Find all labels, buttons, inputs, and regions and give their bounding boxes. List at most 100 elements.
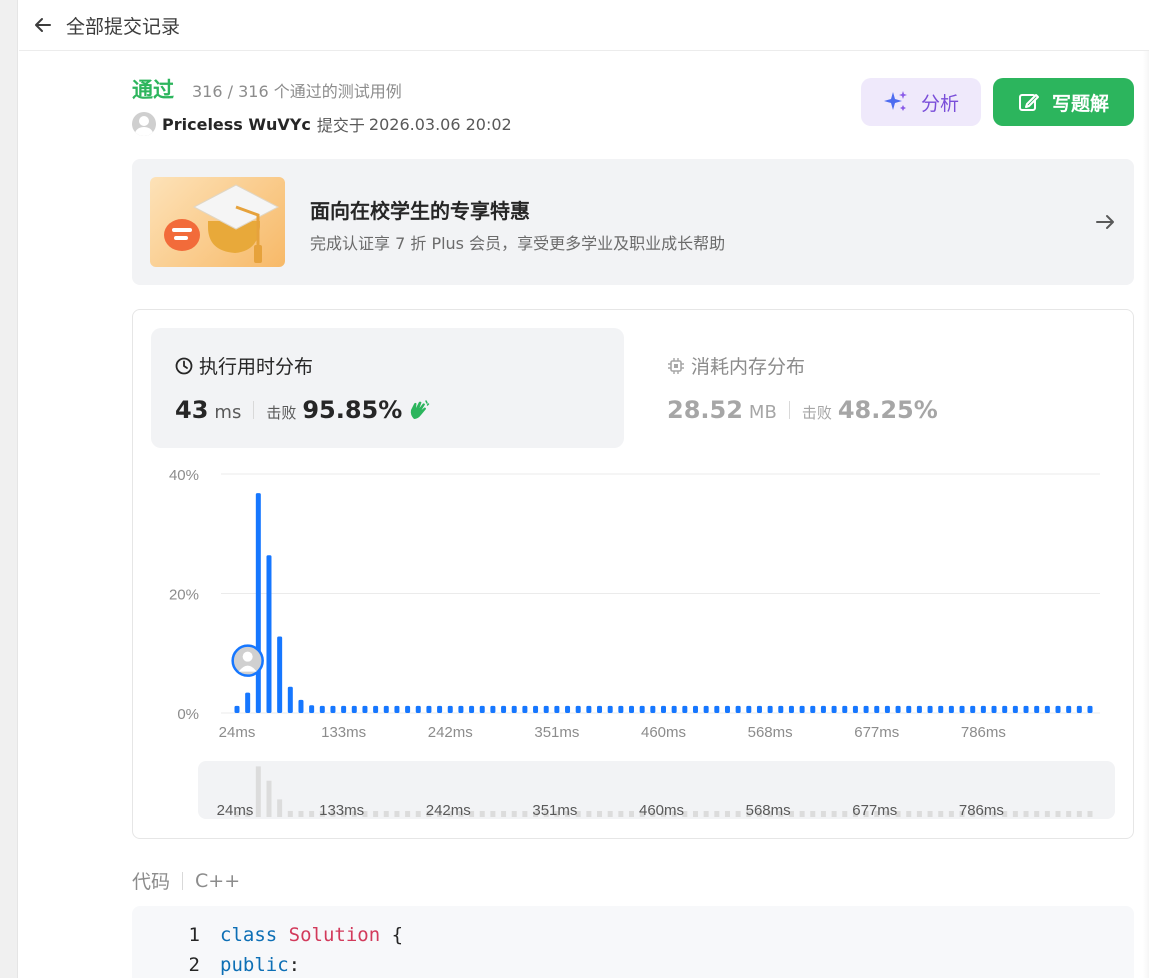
chart-bar[interactable] [298,699,304,713]
chart-bar[interactable] [788,705,794,713]
chart-bar[interactable] [255,493,261,713]
chart-bar[interactable] [405,705,411,713]
chart-bar[interactable] [362,705,368,713]
chart-bar[interactable] [554,705,560,713]
chart-bar[interactable] [927,705,933,713]
chart-bar[interactable] [415,705,421,713]
write-solution-button[interactable]: 写题解 [993,78,1134,126]
chart-bar[interactable] [1055,705,1061,713]
navigator-bar [501,811,507,817]
chart-bar[interactable] [629,705,635,713]
chart-bar[interactable] [373,705,379,713]
chart-bar[interactable] [724,705,730,713]
chart-bar[interactable] [639,705,645,713]
navigator-bar [938,811,944,817]
chart-bar[interactable] [1034,705,1040,713]
chart-bar[interactable] [661,705,666,713]
chart-bar[interactable] [970,705,976,713]
chart-bar[interactable] [234,705,240,713]
chart-bar[interactable] [341,705,347,713]
chart-bar[interactable] [799,705,805,713]
chart-bar[interactable] [703,705,709,713]
chart-bar[interactable] [852,705,858,713]
chart-bar[interactable] [586,705,592,713]
chart-bar[interactable] [501,705,507,713]
analyze-button[interactable]: 分析 [861,78,981,126]
chart-bar[interactable] [692,705,698,713]
chart-bar[interactable] [1087,705,1093,713]
chart-bar[interactable] [565,705,571,713]
chart-bar[interactable] [607,705,613,713]
chart-bar[interactable] [469,705,475,713]
chart-bar[interactable] [810,705,816,713]
chart-bar[interactable] [533,705,539,713]
chart-bar[interactable] [831,705,837,713]
chart-bar[interactable] [287,686,293,713]
chart-bar[interactable] [778,705,784,713]
chart-bar[interactable] [426,705,432,713]
chart-bar[interactable] [1023,705,1029,713]
chart-bar[interactable] [597,705,603,713]
chart-bar[interactable] [437,705,443,713]
navigator-bar [607,811,613,817]
chart-bar[interactable] [309,705,315,713]
chart-bar[interactable] [991,705,997,713]
chart-bar[interactable] [1002,705,1008,713]
chart-bar[interactable] [863,705,869,713]
chart-bar[interactable] [383,705,389,713]
back-arrow-icon[interactable] [31,13,55,37]
navigator-bar [927,811,933,817]
chart-bar[interactable] [458,705,464,713]
chart-bar[interactable] [575,705,581,713]
navigator-bar [1066,811,1072,817]
navigator-bar [724,811,730,817]
chart-bar[interactable] [394,705,400,713]
chart-bar[interactable] [543,705,549,713]
chart-bar[interactable] [479,705,485,713]
student-promo-banner[interactable]: 面向在校学生的专享特惠 完成认证享 7 折 Plus 会员，享受更多学业及职业成… [132,159,1134,285]
chart-bar[interactable] [245,692,251,713]
chart-bar[interactable] [330,705,336,713]
chart-bar[interactable] [447,705,453,713]
username[interactable]: Priceless WuVYc [162,115,311,134]
chart-bar[interactable] [820,705,826,713]
chart-bar[interactable] [1044,705,1050,713]
chart-bar[interactable] [938,705,944,713]
code-block[interactable]: 1 class Solution {2 public: [132,906,1134,978]
code-line: 2 public: [132,954,301,976]
chart-bar[interactable] [266,555,272,713]
chart-bar[interactable] [1076,705,1082,713]
chart-bar[interactable] [874,705,880,713]
chart-bar[interactable] [767,705,773,713]
chart-bar[interactable] [842,705,848,713]
chart-bar[interactable] [895,705,901,713]
chart-bar[interactable] [1066,705,1072,713]
chart-bar[interactable] [746,705,752,713]
chart-bar[interactable] [490,705,496,713]
chart-bar[interactable] [916,705,922,713]
navigator-bar [1076,811,1082,817]
chart-bar[interactable] [522,705,528,713]
chart-bar[interactable] [714,705,720,713]
chart-bar[interactable] [906,705,912,713]
avatar[interactable] [132,112,156,136]
chart-bar[interactable] [618,705,624,713]
arrow-right-icon[interactable] [1094,211,1116,237]
chart-bar[interactable] [277,636,283,713]
navigator-bar [735,811,741,817]
chart-bar[interactable] [351,705,357,713]
chart-bar[interactable] [735,705,741,713]
chart-bar[interactable] [884,705,890,713]
chart-bar[interactable] [671,705,677,713]
chart-bar[interactable] [980,705,986,713]
chart-bar[interactable] [756,705,762,713]
navigator-bar [266,780,272,817]
chart-bar[interactable] [959,705,965,713]
chart-bar[interactable] [948,705,954,713]
chart-bar[interactable] [511,705,517,713]
line-code: public: [220,954,300,976]
chart-bar[interactable] [682,705,688,713]
chart-bar[interactable] [650,705,656,713]
chart-bar[interactable] [319,705,325,713]
chart-bar[interactable] [1012,705,1018,713]
